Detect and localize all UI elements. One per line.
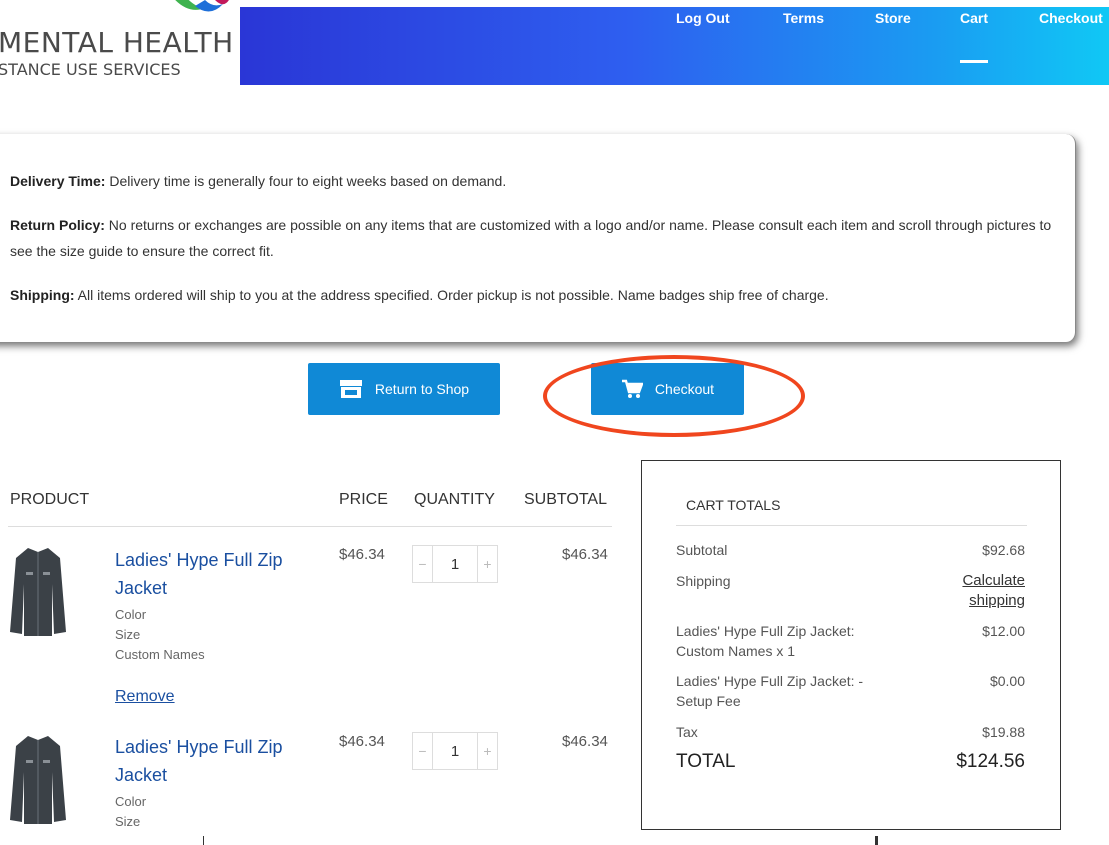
- delivery-time-note: Delivery Time: Delivery time is generall…: [10, 168, 1060, 194]
- product-price: $46.34: [339, 546, 385, 563]
- nav-active-indicator: [960, 60, 988, 63]
- subtotal-label: Subtotal: [676, 542, 728, 558]
- checkout-highlight-circle: [543, 355, 805, 437]
- site-logo[interactable]: MENTAL HEALTH STANCE USE SERVICES: [0, 0, 240, 86]
- jacket-thumbnail[interactable]: [8, 544, 68, 640]
- quantity-increment-button[interactable]: +: [477, 546, 497, 582]
- product-subtotal: $46.34: [562, 733, 608, 750]
- nav-log-out[interactable]: Log Out: [676, 10, 730, 26]
- quantity-input[interactable]: 1: [433, 733, 477, 769]
- tax-label: Tax: [676, 724, 698, 740]
- quantity-input[interactable]: 1: [433, 546, 477, 582]
- calculate-shipping-line: Calculate: [962, 572, 1025, 589]
- shipping-text: All items ordered will ship to you at th…: [74, 287, 829, 303]
- logo-text-primary: MENTAL HEALTH: [0, 26, 234, 59]
- return-policy-label: Return Policy:: [10, 217, 105, 233]
- product-options: Color Size Custom Names: [115, 605, 205, 665]
- product-name-line: Ladies' Hype Full Zip: [115, 737, 283, 757]
- page-fragment-divider: [203, 836, 204, 845]
- custom-names-fee-label: Ladies' Hype Full Zip Jacket: Custom Nam…: [676, 621, 906, 661]
- nav-checkout[interactable]: Checkout: [1039, 10, 1103, 26]
- product-name-line: Jacket: [115, 578, 168, 598]
- return-to-shop-label: Return to Shop: [374, 381, 470, 397]
- th-subtotal: SUBTOTAL: [524, 491, 607, 508]
- product-options: Color Size: [115, 792, 146, 832]
- delivery-time-label: Delivery Time:: [10, 173, 106, 189]
- nav-cart[interactable]: Cart: [960, 10, 988, 26]
- option-color: Color: [115, 607, 147, 622]
- fee-label-line: Setup Fee: [676, 693, 741, 709]
- shipping-note: Shipping: All items ordered will ship to…: [10, 282, 1060, 308]
- page-fragment-divider: [875, 836, 878, 845]
- nav-store[interactable]: Store: [875, 10, 911, 26]
- store-policy-card: Delivery Time: Delivery time is generall…: [0, 134, 1076, 342]
- shipping-label: Shipping:: [10, 287, 75, 303]
- product-name-link[interactable]: Ladies' Hype Full Zip Jacket: [115, 546, 315, 602]
- tax-value: $19.88: [982, 724, 1025, 740]
- quantity-decrement-button[interactable]: −: [413, 733, 433, 769]
- logo-swoosh-icon: [175, 0, 229, 12]
- product-price: $46.34: [339, 733, 385, 750]
- shipping-label: Shipping: [676, 573, 731, 589]
- store-icon: [339, 380, 362, 398]
- setup-fee-value: $0.00: [989, 673, 1025, 689]
- quantity-increment-button[interactable]: +: [477, 733, 497, 769]
- option-custom-names: Custom Names: [115, 647, 205, 662]
- calculate-shipping-line: shipping: [969, 592, 1025, 609]
- th-price: PRICE: [339, 491, 388, 508]
- product-subtotal: $46.34: [562, 546, 608, 563]
- table-header-divider: [8, 526, 612, 527]
- quantity-stepper: − 1 +: [412, 732, 498, 770]
- th-product: PRODUCT: [10, 491, 90, 508]
- th-quantity: QUANTITY: [414, 491, 495, 508]
- site-header: MENTAL HEALTH STANCE USE SERVICES Log Ou…: [0, 0, 1109, 86]
- fee-label-line: Ladies' Hype Full Zip Jacket:: [676, 623, 855, 639]
- remove-item-link[interactable]: Remove: [115, 688, 175, 706]
- product-name-line: Ladies' Hype Full Zip: [115, 550, 283, 570]
- product-name-line: Jacket: [115, 765, 168, 785]
- option-size: Size: [115, 627, 141, 642]
- top-nav: Log Out Terms Store Cart Checkout: [240, 7, 1109, 85]
- nav-terms[interactable]: Terms: [783, 10, 824, 26]
- return-policy-text: No returns or exchanges are possible on …: [10, 217, 1052, 259]
- return-to-shop-button[interactable]: Return to Shop: [308, 363, 500, 415]
- order-total-label: TOTAL: [676, 751, 736, 772]
- quantity-stepper: − 1 +: [412, 545, 498, 583]
- order-total-value: $124.56: [956, 751, 1025, 772]
- product-name-link[interactable]: Ladies' Hype Full Zip Jacket: [115, 733, 315, 789]
- option-size: Size: [115, 814, 141, 829]
- logo-text-secondary: STANCE USE SERVICES: [0, 60, 181, 79]
- jacket-thumbnail[interactable]: [8, 732, 68, 828]
- cart-totals-divider: [676, 525, 1027, 526]
- calculate-shipping-link[interactable]: Calculate shipping: [962, 571, 1025, 611]
- setup-fee-label: Ladies' Hype Full Zip Jacket: - Setup Fe…: [676, 671, 906, 711]
- delivery-time-text: Delivery time is generally four to eight…: [105, 173, 507, 189]
- quantity-decrement-button[interactable]: −: [413, 546, 433, 582]
- custom-names-fee-value: $12.00: [982, 623, 1025, 639]
- cart-totals-panel: CART TOTALS Subtotal $92.68 Shipping Cal…: [641, 460, 1061, 830]
- fee-label-line: Ladies' Hype Full Zip Jacket: -: [676, 673, 864, 689]
- fee-label-line: Custom Names x 1: [676, 643, 796, 659]
- subtotal-value: $92.68: [982, 542, 1025, 558]
- option-color: Color: [115, 794, 147, 809]
- cart-totals-title: CART TOTALS: [686, 497, 781, 513]
- return-policy-note: Return Policy: No returns or exchanges a…: [10, 212, 1060, 264]
